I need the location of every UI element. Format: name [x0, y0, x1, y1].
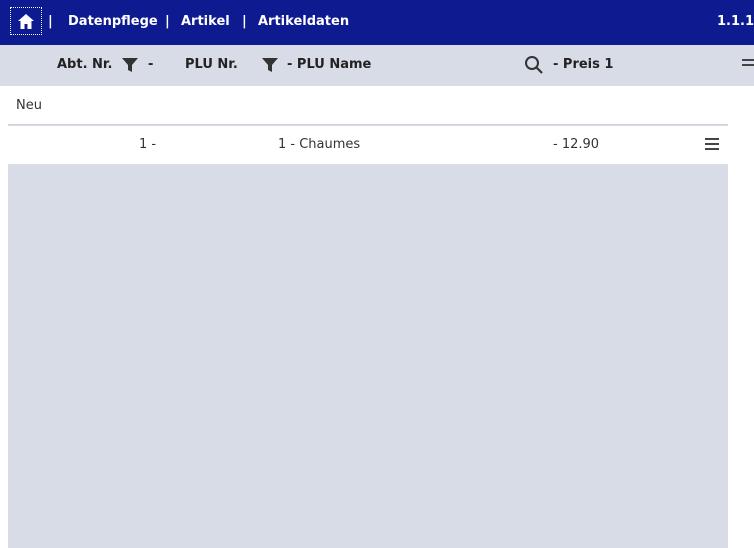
- breadcrumb-artikeldaten: Artikeldaten: [258, 14, 350, 29]
- top-bar: | Datenpflege | Artikel | Artikeldaten 1…: [0, 0, 754, 45]
- breadcrumb-separator: |: [242, 14, 247, 29]
- right-margin: [728, 86, 754, 548]
- column-header-separator: -: [148, 57, 154, 72]
- cell-abt-nr: 1 -: [139, 137, 157, 152]
- home-icon: [18, 13, 34, 29]
- filter-icon[interactable]: [260, 55, 280, 75]
- cell-plu: 1 - Chaumes: [278, 137, 361, 152]
- article-list: Neu 1 - 1 - Chaumes - 12.90: [8, 86, 728, 548]
- cell-price: - 12.90: [553, 137, 600, 152]
- search-icon[interactable]: [524, 55, 544, 75]
- column-header-plu-nr[interactable]: PLU Nr.: [185, 57, 238, 72]
- column-header-bar: Abt. Nr. - PLU Nr. - PLU Name - Preis 1: [0, 45, 754, 86]
- row-menu-icon[interactable]: [705, 138, 719, 153]
- column-header-abt-nr[interactable]: Abt. Nr.: [57, 57, 112, 72]
- breadcrumb-datenpflege[interactable]: Datenpflege: [68, 14, 158, 29]
- breadcrumb-separator: |: [48, 14, 53, 29]
- header-menu-icon[interactable]: [742, 59, 754, 69]
- home-button[interactable]: [10, 7, 42, 35]
- new-row[interactable]: Neu: [8, 86, 728, 125]
- breadcrumb-artikel[interactable]: Artikel: [181, 14, 230, 29]
- filter-icon[interactable]: [120, 55, 140, 75]
- version-label: 1.1.1: [716, 14, 754, 29]
- column-header-preis[interactable]: - Preis 1: [553, 57, 613, 72]
- new-label[interactable]: Neu: [16, 98, 42, 113]
- table-row[interactable]: 1 - 1 - Chaumes - 12.90: [8, 126, 728, 164]
- breadcrumb-separator: |: [165, 14, 170, 29]
- column-header-plu-name[interactable]: - PLU Name: [287, 57, 371, 72]
